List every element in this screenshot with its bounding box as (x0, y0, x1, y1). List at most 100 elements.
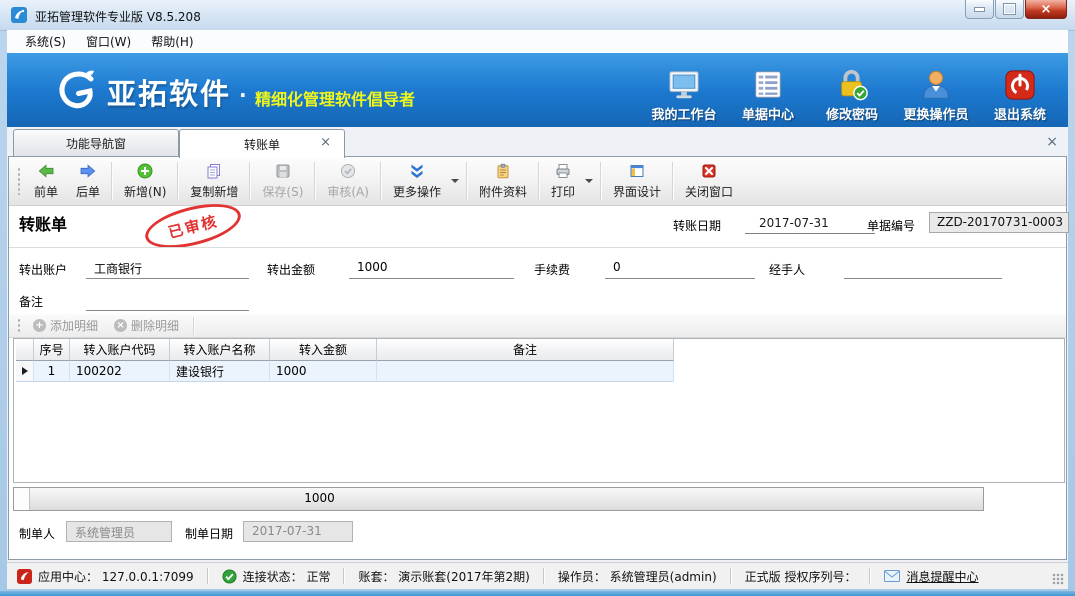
column-header-seq[interactable]: 序号 (34, 339, 70, 361)
fee-field[interactable]: 0 (605, 257, 755, 279)
brand-separator: · (239, 83, 247, 107)
more-actions-button[interactable]: 更多操作 (384, 159, 464, 203)
column-header-account-code[interactable]: 转入账户代码 (70, 339, 170, 361)
app-center-status: 应用中心： 127.0.0.1:7099 (17, 568, 194, 585)
handler-field[interactable] (844, 257, 1002, 279)
menu-window[interactable]: 窗口(W) (76, 30, 141, 53)
tab-close-icon[interactable]: × (320, 136, 331, 149)
window-bottom-edge (0, 591, 1075, 596)
maximize-icon[interactable] (995, 0, 1024, 19)
out-amount-field[interactable]: 1000 (349, 257, 514, 279)
app-logo-icon (11, 7, 27, 23)
document-toolbar: 前单 后单 新增(N) (9, 157, 1066, 206)
chevron-down-icon (585, 179, 593, 183)
detail-toolbar: + 添加明细 × 删除明细 (9, 314, 1066, 338)
previous-doc-button[interactable]: 前单 (25, 159, 67, 203)
table-cell-seq[interactable]: 1 (34, 361, 70, 382)
maker-field: 系统管理员 (66, 521, 172, 542)
summary-bar: 1000 (13, 487, 984, 511)
summary-indicator-cell (14, 488, 30, 510)
column-header-amount[interactable]: 转入金额 (270, 339, 377, 361)
doc-number-field: ZZD-20170731-0003 (929, 212, 1069, 233)
audit-button: 审核(A) (318, 159, 378, 203)
new-button[interactable]: 新增(N) (115, 159, 175, 203)
close-window-red-icon (701, 163, 717, 179)
doc-number-label: 单据编号 (867, 217, 915, 234)
page-title: 转账单 (19, 211, 67, 235)
exit-power-icon (1004, 65, 1036, 101)
connection-status: 连接状态： 正常 (222, 568, 331, 585)
table-cell-account-code[interactable]: 100202 (70, 361, 170, 382)
license-status: 正式版 授权序列号： (745, 568, 857, 585)
tab-label: 功能导航窗 (66, 135, 126, 152)
action-label: 修改密码 (826, 104, 878, 123)
title-bar: 亚拓管理软件专业版 V8.5.208 × (0, 0, 1075, 31)
resize-grip[interactable] (1052, 573, 1064, 585)
tab-transfer-order[interactable]: 转账单 × (179, 129, 345, 158)
table-cell-remark[interactable] (377, 361, 674, 382)
save-floppy-icon (275, 163, 291, 179)
remark-label: 备注 (19, 293, 43, 310)
toolbar-grip (17, 167, 21, 195)
maker-label: 制单人 (19, 525, 55, 542)
make-date-field: 2017-07-31 (243, 521, 353, 542)
message-center-link[interactable]: 消息提醒中心 (906, 568, 978, 585)
window-title: 亚拓管理软件专业版 V8.5.208 (35, 8, 201, 25)
change-password-button[interactable]: 修改密码 (810, 59, 894, 123)
out-amount-label: 转出金额 (267, 261, 315, 278)
more-double-chevron-icon (409, 163, 425, 179)
tabstrip-close-icon[interactable]: × (1046, 135, 1058, 149)
current-row-arrow-icon (22, 367, 28, 375)
amount-total: 1000 (266, 491, 373, 505)
document-center-button[interactable]: 单据中心 (726, 59, 810, 123)
action-label: 退出系统 (994, 104, 1046, 123)
workbench-monitor-icon (667, 65, 701, 101)
remark-field[interactable] (86, 289, 249, 311)
brand-banner: 亚拓软件 · 精细化管理软件倡导者 我的工作台 (7, 53, 1068, 127)
divider (9, 247, 1066, 248)
brand-logo-icon (51, 66, 99, 114)
table-cell-amount[interactable]: 1000 (270, 361, 377, 382)
printer-icon (555, 163, 571, 179)
copy-new-button[interactable]: 复制新增 (181, 159, 247, 203)
close-icon[interactable]: × (1025, 0, 1067, 19)
chevron-down-icon (451, 179, 459, 183)
envelope-icon (884, 570, 900, 582)
tab-function-navigator[interactable]: 功能导航窗 (13, 129, 179, 156)
menu-help[interactable]: 帮助(H) (141, 30, 203, 53)
account-set-status: 账套： 演示账套(2017年第2期) (358, 568, 529, 585)
switch-operator-button[interactable]: 更换操作员 (894, 59, 978, 123)
arrow-right-blue-icon (80, 163, 96, 179)
operator-status: 操作员： 系统管理员(admin) (558, 568, 717, 585)
transfer-date-label: 转账日期 (673, 217, 721, 234)
x-circle-icon: × (114, 319, 127, 332)
out-account-field[interactable]: 工商银行 (86, 257, 249, 279)
next-doc-button[interactable]: 后单 (67, 159, 109, 203)
plus-circle-icon: + (33, 319, 46, 332)
attachment-clipboard-icon (495, 163, 511, 179)
document-center-icon (752, 65, 784, 101)
column-header-account-name[interactable]: 转入账户名称 (170, 339, 270, 361)
app-logo-red-icon (17, 569, 32, 584)
my-workbench-button[interactable]: 我的工作台 (642, 59, 726, 123)
transfer-date-field[interactable]: 2017-07-31 (745, 213, 875, 234)
change-password-lock-icon (835, 65, 869, 101)
column-header-remark[interactable]: 备注 (377, 339, 674, 361)
ui-design-button[interactable]: 界面设计 (604, 159, 670, 203)
row-indicator (16, 361, 34, 382)
handler-label: 经手人 (769, 261, 805, 278)
print-button[interactable]: 打印 (542, 159, 598, 203)
exit-system-button[interactable]: 退出系统 (978, 59, 1062, 123)
message-center-link-wrap: 消息提醒中心 (884, 568, 978, 585)
add-detail-button: + 添加明细 (25, 315, 106, 337)
close-window-button[interactable]: 关闭窗口 (676, 159, 742, 203)
attachments-button[interactable]: 附件资料 (470, 159, 536, 203)
brand-name: 亚拓软件 (107, 71, 231, 113)
switch-operator-person-icon (920, 65, 952, 101)
table-cell-account-name[interactable]: 建设银行 (170, 361, 270, 382)
minimize-icon[interactable] (965, 0, 994, 19)
fee-label: 手续费 (534, 261, 570, 278)
menu-system[interactable]: 系统(S) (15, 30, 76, 53)
status-ok-check-icon (222, 569, 237, 584)
tab-label: 转账单 (244, 136, 280, 153)
